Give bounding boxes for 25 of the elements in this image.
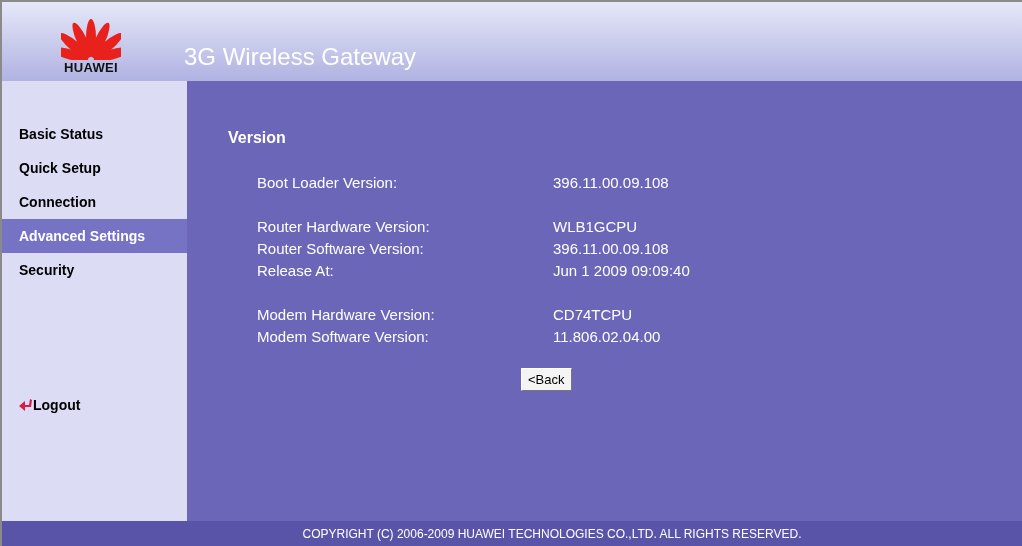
- sidebar-item[interactable]: Basic Status: [2, 117, 187, 151]
- section-heading: Version: [228, 129, 287, 147]
- copyright-footer: COPYRIGHT (C) 2006-2009 HUAWEI TECHNOLOGIES CO.,LTD. ALL RIGHTS RESERVED.: [2, 521, 1022, 546]
- sidebar-item[interactable]: Quick Setup: [2, 151, 187, 185]
- field-label: Modem Software Version:: [257, 327, 430, 347]
- field-label: Router Software Version:: [257, 239, 425, 259]
- field-label: Release At:: [257, 261, 335, 281]
- field-value: 396.11.00.09.108: [553, 239, 669, 259]
- back-button[interactable]: <Back: [521, 368, 572, 391]
- field-value: 396.11.00.09.108: [553, 173, 669, 193]
- return-arrow-icon: [19, 398, 33, 412]
- sidebar-item[interactable]: Advanced Settings: [2, 219, 187, 253]
- field-value: WLB1GCPU: [553, 217, 638, 237]
- field-value: CD74TCPU: [553, 305, 633, 325]
- logo-icon: [61, 18, 121, 60]
- field-value: 11.806.02.04.00: [553, 327, 661, 347]
- field-label: Boot Loader Version:: [257, 173, 399, 193]
- field-label: Router Hardware Version:: [257, 217, 431, 237]
- sidebar-item[interactable]: Security: [2, 253, 187, 287]
- logout-link[interactable]: Logout: [33, 397, 81, 413]
- page-title: 3G Wireless Gateway: [183, 43, 417, 72]
- logo-text: HUAWEI: [64, 60, 118, 75]
- sidebar-item[interactable]: Connection: [2, 185, 187, 219]
- field-value: Jun 1 2009 09:09:40: [553, 261, 690, 281]
- field-label: Modem Hardware Version:: [257, 305, 436, 325]
